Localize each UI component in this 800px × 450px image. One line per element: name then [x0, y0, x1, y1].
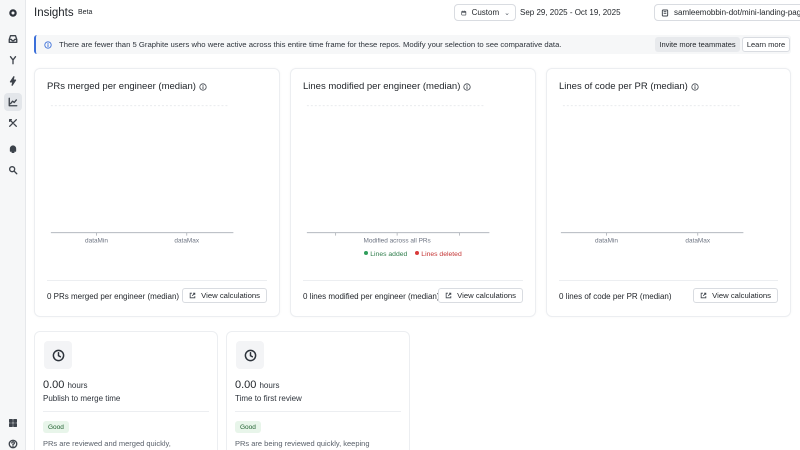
legend-label: Lines added [370, 251, 408, 258]
graphite-logo-icon[interactable] [4, 4, 22, 22]
metric-label: Time to first review [235, 394, 302, 403]
date-range[interactable]: Sep 29, 2025 - Oct 19, 2025 [520, 8, 621, 17]
card-footer-text: 0 PRs merged per engineer (median) [47, 292, 180, 301]
time-to-first-review-card: 0.00 hours Time to first review Good PRs… [226, 331, 410, 450]
legend-dot [415, 251, 420, 255]
metric-number: 0.00 [235, 379, 257, 391]
tools-icon[interactable] [4, 114, 22, 132]
metric-description: PRs are reviewed and merged quickly, [43, 439, 171, 448]
help-icon[interactable] [4, 435, 22, 450]
clock-icon [236, 341, 264, 369]
header: Insights Beta Custom ⌄ Sep 29, 2025 - Oc… [26, 0, 800, 26]
x-tick-label: dataMin [85, 238, 108, 245]
card-title-text: Lines modified per engineer (median) [303, 81, 461, 92]
info-banner: There are fewer than 5 Graphite users wh… [34, 35, 791, 54]
publish-to-merge-card: 0.00 hours Publish to merge time Good PR… [34, 331, 218, 450]
metric-number: 0.00 [43, 379, 65, 391]
repo-select[interactable]: samleemobbin-dot/mini-landing-page [654, 4, 800, 21]
x-tick-label: dataMax [685, 238, 710, 245]
view-calculations-label: View calculations [712, 291, 771, 300]
view-calculations-button[interactable]: View calculations [438, 288, 523, 303]
info-icon[interactable] [691, 82, 699, 91]
calendar-icon [461, 10, 467, 15]
card-footer: 0 PRs merged per engineer (median) View … [47, 280, 267, 303]
info-icon[interactable] [463, 82, 471, 91]
invite-teammates-button[interactable]: Invite more teammates [655, 37, 740, 52]
view-calculations-label: View calculations [201, 291, 260, 300]
card-title: Lines modified per engineer (median) [303, 81, 471, 92]
chart-legend: Lines added Lines deleted [291, 251, 535, 258]
bell-icon[interactable] [4, 140, 22, 158]
info-icon [44, 40, 52, 49]
legend-item-added: Lines added [364, 251, 407, 258]
prs-merged-card: PRs merged per engineer (median) dataMin… [34, 68, 280, 317]
metric-value: 0.00 hours [43, 379, 88, 391]
divider [43, 411, 209, 412]
metric-value: 0.00 hours [235, 379, 280, 391]
card-footer-text: 0 lines modified per engineer (median) [303, 292, 440, 301]
range-type-label: Custom [471, 8, 500, 17]
x-axis-label: Modified across all PRs [363, 238, 430, 245]
card-title: PRs merged per engineer (median) [47, 81, 207, 92]
view-calculations-button[interactable]: View calculations [182, 288, 267, 303]
info-icon[interactable] [199, 82, 207, 91]
banner-message: There are fewer than 5 Graphite users wh… [59, 40, 562, 49]
x-tick-label: dataMin [595, 238, 618, 245]
card-footer: 0 lines of code per PR (median) View cal… [559, 280, 778, 303]
external-link-icon [445, 292, 452, 299]
card-title-text: PRs merged per engineer (median) [47, 81, 196, 92]
card-title: Lines of code per PR (median) [559, 81, 699, 92]
search-icon[interactable] [4, 161, 22, 179]
lines-per-pr-chart: dataMin dataMax [560, 105, 744, 245]
learn-more-button[interactable]: Learn more [742, 37, 790, 52]
divider [235, 411, 401, 412]
lines-modified-card: Lines modified per engineer (median) Mod… [290, 68, 536, 317]
metric-label: Publish to merge time [43, 394, 121, 403]
card-footer: 0 lines modified per engineer (median) V… [303, 280, 523, 303]
sidebar [0, 0, 26, 450]
view-calculations-label: View calculations [457, 291, 516, 300]
merge-icon[interactable] [4, 51, 22, 69]
status-badge: Good [235, 421, 261, 433]
repo-label: samleemobbin-dot/mini-landing-page [674, 8, 800, 17]
chevron-down-icon: ⌄ [504, 9, 510, 17]
view-calculations-button[interactable]: View calculations [693, 288, 778, 303]
lightning-icon[interactable] [4, 72, 22, 90]
card-title-text: Lines of code per PR (median) [559, 81, 688, 92]
chart-icon[interactable] [4, 93, 22, 111]
legend-dot [364, 251, 369, 255]
beta-badge: Beta [78, 9, 93, 16]
metric-description: PRs are being reviewed quickly, keeping [235, 439, 370, 448]
clock-icon [44, 341, 72, 369]
lines-per-pr-card: Lines of code per PR (median) dataMin da… [546, 68, 791, 317]
card-footer-text: 0 lines of code per PR (median) [559, 292, 672, 301]
inbox-icon[interactable] [4, 30, 22, 48]
apps-grid-icon[interactable] [4, 414, 22, 432]
repo-icon [661, 9, 669, 16]
prs-merged-chart: dataMin dataMax [50, 105, 234, 245]
page-title: Insights [34, 7, 74, 19]
metric-unit: hours [67, 381, 88, 390]
metric-unit: hours [259, 381, 280, 390]
x-tick-label: dataMax [174, 238, 199, 245]
legend-item-deleted: Lines deleted [415, 251, 462, 258]
legend-label: Lines deleted [421, 251, 462, 258]
external-link-icon [700, 292, 707, 299]
external-link-icon [189, 292, 196, 299]
range-type-select[interactable]: Custom ⌄ [454, 4, 516, 21]
status-badge: Good [43, 421, 69, 433]
